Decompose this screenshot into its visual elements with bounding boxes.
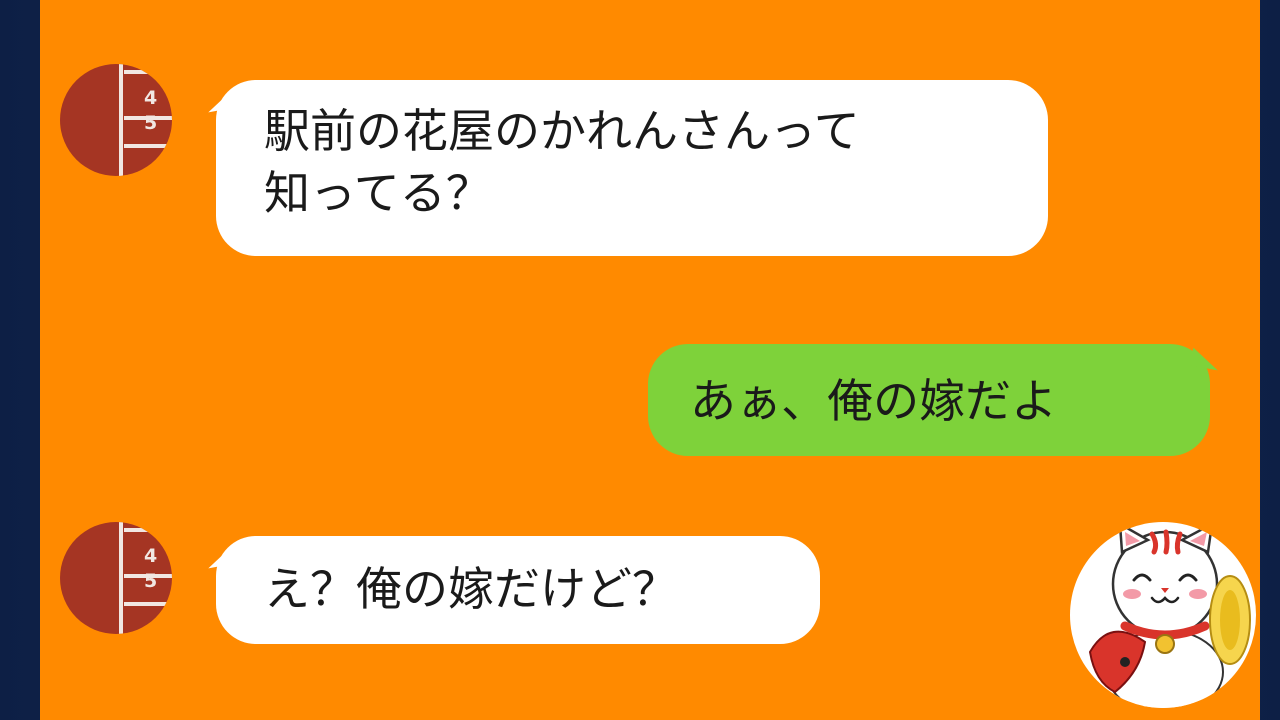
message-bubble-incoming[interactable]: え？俺の嫁だけど？ xyxy=(216,536,820,644)
maneki-neko-icon: www.meowseiyo.com xyxy=(1070,522,1256,708)
lane-number: 5 xyxy=(144,570,158,592)
message-text: 知ってる？ xyxy=(264,166,492,220)
message-text: あぁ、俺の嫁だよ xyxy=(690,374,1058,428)
message-text: え？俺の嫁だけど？ xyxy=(264,562,678,616)
lane-number: 5 xyxy=(144,112,158,134)
lane-number: 4 xyxy=(144,87,158,109)
message-bubble-outgoing[interactable]: あぁ、俺の嫁だよ xyxy=(648,344,1210,456)
message-bubble-incoming[interactable]: 駅前の花屋のかれんさんって 知ってる？ xyxy=(216,80,1048,256)
sender-avatar[interactable]: 4 5 xyxy=(60,64,172,176)
message-text: 駅前の花屋のかれんさんって xyxy=(264,104,860,158)
lane-number: 4 xyxy=(144,545,158,567)
sender-avatar[interactable]: 4 5 xyxy=(60,522,172,634)
